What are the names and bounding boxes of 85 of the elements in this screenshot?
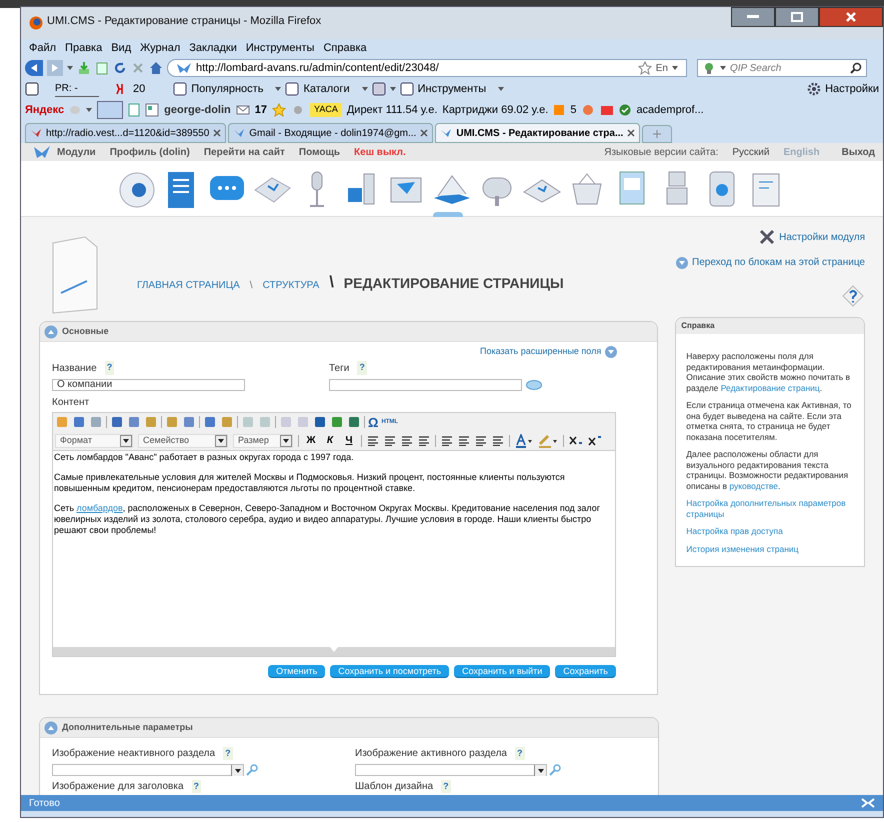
paragraph: Наверху расположены поля для редактирования метаинформации. Описание этих свойств можно почитать в разделе Редактирование страниц. [686,351,852,393]
browser-tab[interactable]: http://radio.vest...d=1120&id=389550 [25,123,226,143]
status-text: Готово [29,796,60,810]
help-mark[interactable]: ? [357,361,367,375]
page-title: РЕДАКТИРОВАНИЕ СТРАНИЦЫ [344,274,564,293]
panel-title: Дополнительные параметры [62,720,193,734]
help-link[interactable]: Настройка дополнительных параметров страницы [686,498,854,519]
text-link[interactable]: руководстве [729,480,778,490]
text-link[interactable]: ломбардов [76,502,123,512]
cartridges-link[interactable]: Картриджи 69.02 у.е. [442,102,548,118]
tab-label: http://radio.vest...d=1120&id=389550 [46,126,210,140]
menu-item[interactable]: Журнал [140,40,180,56]
browser-tab[interactable]: Gmail - Входящие - dolin1974@gm... [228,123,434,143]
module-settings-link[interactable]: Настройки модуля [779,230,865,244]
nav-link[interactable]: Помощь [298,144,340,160]
language-indicator[interactable]: En [656,60,668,76]
help-link[interactable]: История изменения страниц [686,544,854,554]
special-char-button[interactable]: Ω [368,416,378,428]
toolbar-menu[interactable]: Популярность [191,80,264,98]
yaca-badge[interactable]: YACA [310,103,342,117]
tab-label: Gmail - Входящие - dolin1974@gm... [249,126,416,140]
show-fields-link[interactable]: Показать расширенные поля [480,345,602,358]
menu-item[interactable]: Файл [29,40,56,56]
help-link[interactable]: Настройка прав доступа [686,526,854,536]
menu-item[interactable]: Инструменты [246,40,314,56]
dropdown[interactable]: Формат [55,434,133,448]
toolbar-menu[interactable]: Инструменты [418,80,486,98]
jump-to-blocks-link[interactable]: Переход по блокам на этой странице [692,255,865,270]
format-button[interactable]: Ч [342,433,356,448]
help-mark[interactable]: ? [515,746,524,760]
help-mark[interactable]: ? [192,780,202,794]
nav-link[interactable]: Модули [57,144,96,160]
help-mark[interactable]: ? [104,361,114,375]
paragraph: Если страница отмечена как Активная, то она будет выведена на сайте. Если эта отметка снята, то страница не будет показана посетителям. [686,400,852,442]
text-link[interactable]: Редактирование страниц [720,382,820,392]
paragraph: Далее расположены области для визуального редактирования текста страницы. Возможности редактирования описаны в руководстве. [686,449,850,491]
field-label: Изображение неактивного раздела [52,747,216,761]
search-box[interactable]: QIP Search [697,59,867,77]
breadcrumb-separator: \ [250,279,253,293]
pagerank-indicator: PR: - [55,81,99,97]
address-bar[interactable]: http://lombard-avans.ru/admin/content/edit/23048/ En [167,59,687,77]
field-label: Изображение для заголовка [52,780,184,794]
panel-title: Справка [681,320,715,332]
paragraph: Сеть ломбардов, расположеных в Севернон, Северо-Западном и Восточном Округах Москвы. Кредитование населения под залог ювелирных изделий из золота, столового серебра, аудио и видео аппаратуры. Лучшие условия в городе. Наши клиенты быстро решают свои проблемы! [54,502,602,536]
nav-link[interactable]: Профиль (dolin) [110,144,190,160]
help-mark[interactable]: ? [441,780,451,794]
field-label: Шаблон дизайна [355,780,434,794]
name-field[interactable]: О компании [52,378,245,390]
toolbar-menu[interactable]: Каталоги [303,80,350,98]
help-mark[interactable]: ? [223,746,233,760]
search-field[interactable]: QIP Search [730,60,846,76]
menu-item[interactable]: Вид [111,40,132,56]
account-link[interactable]: academprof... [636,102,704,118]
ya-count: 20 [133,82,146,97]
logout-link[interactable]: Выход [842,144,875,160]
window-title: UMI.CMS - Редактирование страницы - Mozilla Firefox [47,14,322,29]
menu-item[interactable]: Закладки [189,40,237,56]
browser-tab[interactable]: UMI.CMS - Редактирование стра... [435,123,640,143]
content-label: Контент [51,396,90,410]
languages-label: Языковые версии сайта: [604,146,718,160]
user-link[interactable]: george-dolin [164,102,231,118]
panel-title: Основные [62,324,109,338]
direct-link[interactable]: Директ 111.54 у.е. [346,102,438,118]
language-link[interactable]: Русский [732,144,770,160]
url-text: http://lombard-avans.ru/admin/content/edit/23048/ [196,60,439,76]
mail-count[interactable]: 17 [254,102,267,118]
paragraph: Самые привлекательные условия для жителей Москвы и Подмосковья. Низкий процент, постоянные клиенты пользуются повышенным кредитом, пенсионерам предоставляются льготы по процентной ставке. [54,472,566,494]
format-button[interactable]: К [323,433,337,448]
count-badge[interactable]: 5 [570,102,576,118]
breadcrumb-separator: \ [329,273,334,293]
breadcrumb-link[interactable]: СТРУКТУРА [262,278,320,293]
paragraph: Сеть ломбардов "Аванс" работает в разных округах города с 1997 года. [54,452,355,462]
dropdown[interactable]: Семейство [138,434,228,448]
yandex-logo: Яндекс [25,102,64,118]
dropdown[interactable]: Размер [233,434,293,448]
field-label: Название [52,362,97,376]
menu-item[interactable]: Правка [65,40,102,56]
nav-link[interactable]: Перейти на сайт [204,144,285,160]
format-button[interactable]: Ж [304,433,318,448]
settings-button[interactable]: Настройки [825,80,879,98]
field-label: Изображение активного раздела [355,747,507,761]
tab-label: UMI.CMS - Редактирование стра... [456,126,624,140]
breadcrumb-link[interactable]: ГЛАВНАЯ СТРАНИЦА [137,278,240,293]
menu-item[interactable]: Справка [323,40,367,56]
field-label: Теги [329,362,350,376]
